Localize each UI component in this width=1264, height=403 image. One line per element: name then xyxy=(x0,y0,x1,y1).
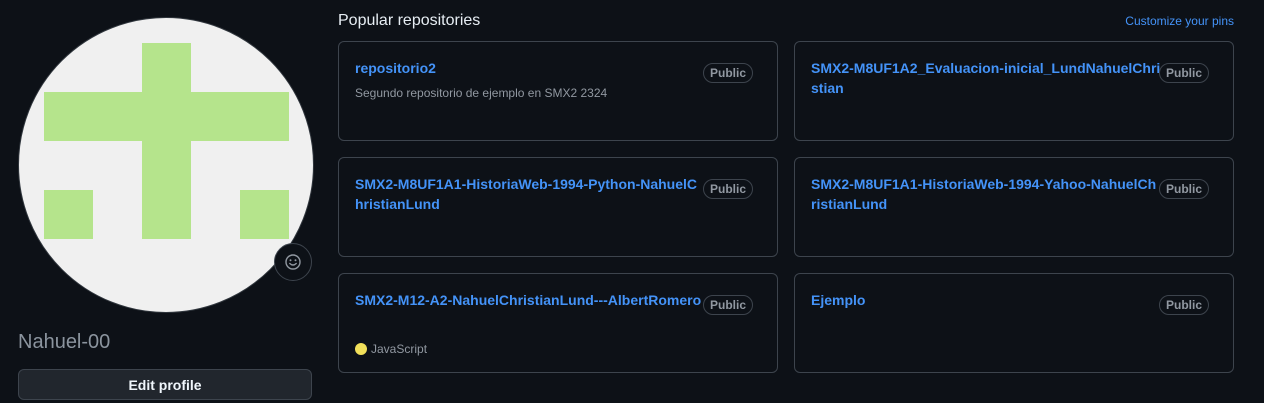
repo-name-link[interactable]: SMX2-M12-A2-NahuelChristianLund---Albert… xyxy=(355,290,705,310)
repo-description: Segundo repositorio de ejemplo en SMX2 2… xyxy=(355,86,608,100)
language-color-dot xyxy=(355,343,367,355)
visibility-badge: Public xyxy=(702,295,753,315)
repo-card: SMX2-M8UF1A2_Evaluacion-inicial_LundNahu… xyxy=(794,41,1234,141)
repo-card: repositorio2 Public Segundo repositorio … xyxy=(338,41,778,141)
smiley-icon xyxy=(285,254,301,270)
avatar-container xyxy=(18,17,314,313)
repo-grid: repositorio2 Public Segundo repositorio … xyxy=(338,41,1234,373)
repo-name-link[interactable]: SMX2-M8UF1A2_Evaluacion-inicial_LundNahu… xyxy=(811,58,1161,98)
visibility-badge: Public xyxy=(1158,295,1209,315)
section-title: Popular repositories xyxy=(338,12,481,29)
repo-name-link[interactable]: SMX2-M8UF1A1-HistoriaWeb-1994-Python-Nah… xyxy=(355,174,705,214)
repo-card: SMX2-M8UF1A1-HistoriaWeb-1994-Python-Nah… xyxy=(338,157,778,257)
repo-card: SMX2-M8UF1A1-HistoriaWeb-1994-Yahoo-Nahu… xyxy=(794,157,1234,257)
visibility-badge: Public xyxy=(702,63,753,83)
repo-language: JavaScript xyxy=(355,342,427,356)
repo-name-link[interactable]: SMX2-M8UF1A1-HistoriaWeb-1994-Yahoo-Nahu… xyxy=(811,174,1161,214)
language-label: JavaScript xyxy=(371,342,428,356)
customize-pins-link[interactable]: Customize your pins xyxy=(1125,14,1234,28)
repo-card: Ejemplo Public xyxy=(794,273,1234,373)
repo-card: SMX2-M12-A2-NahuelChristianLund---Albert… xyxy=(338,273,778,373)
identicon-pattern xyxy=(44,43,289,239)
visibility-badge: Public xyxy=(702,179,753,199)
visibility-badge: Public xyxy=(1158,179,1209,199)
username: Nahuel-00 xyxy=(18,331,111,353)
visibility-badge: Public xyxy=(1158,63,1209,83)
repo-name-link[interactable]: repositorio2 xyxy=(355,58,705,78)
edit-profile-button[interactable]: Edit profile xyxy=(18,369,312,400)
set-status-button[interactable] xyxy=(274,243,312,281)
avatar[interactable] xyxy=(18,17,314,313)
repo-name-link[interactable]: Ejemplo xyxy=(811,290,1161,310)
